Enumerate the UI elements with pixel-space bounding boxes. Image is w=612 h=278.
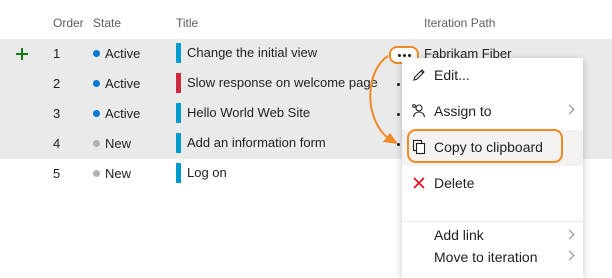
title-link[interactable]: Change the initial view [187,43,317,63]
menu-item-label: Copy to clipboard [434,139,543,155]
menu-item-label: Assign to [434,103,492,119]
menu-item-delete[interactable]: Delete [402,166,583,202]
state-dot [93,110,100,117]
state-dot [93,170,100,177]
work-item-type-bar [176,103,181,123]
order-cell: 5 [53,166,61,181]
person-icon [412,104,426,118]
delete-x-icon [413,177,425,189]
order-cell: 1 [53,46,61,61]
column-header-state[interactable]: State [93,16,121,30]
order-cell: 3 [53,106,61,121]
state-label: Active [105,76,141,91]
state-cell: Active [93,76,140,91]
state-dot [93,80,100,87]
menu-item-label: Edit... [434,67,470,83]
state-label: Active [105,106,141,121]
context-menu: Edit... Assign to Copy to clipboard Dele… [402,58,583,278]
state-cell: New [93,166,131,181]
column-header-iteration-path[interactable]: Iteration Path [424,16,495,30]
work-item-type-bar [176,133,181,153]
order-cell: 4 [53,136,61,151]
state-label: Active [105,46,141,61]
column-header-order[interactable]: Order [53,16,84,30]
work-item-type-bar [176,43,181,63]
title-link[interactable]: Log on [187,163,227,183]
ellipsis-dot [397,53,401,57]
title-cell[interactable]: Add an information form [176,133,326,153]
title-cell[interactable]: Change the initial view [176,43,317,63]
title-cell[interactable]: Hello World Web Site [176,103,310,123]
pencil-icon [413,69,425,81]
title-cell[interactable]: Log on [176,163,227,183]
state-dot [93,50,100,57]
state-cell: New [93,136,131,151]
menu-item-copy-to-clipboard[interactable]: Copy to clipboard [402,130,583,166]
state-label: New [105,166,132,181]
add-item-icon[interactable] [14,46,30,62]
menu-item-label: Move to iteration [434,249,538,265]
menu-item-assign-to[interactable]: Assign to [402,94,583,130]
row-more-dot [397,143,400,146]
menu-item-add-link[interactable]: Add link [402,202,583,243]
menu-item-edit[interactable]: Edit... [402,58,583,94]
state-cell: Active [93,106,140,121]
state-cell: Active [93,46,140,61]
title-cell[interactable]: Slow response on welcome page [176,73,378,93]
title-link[interactable]: Add an information form [187,133,326,153]
row-more-dot [397,113,400,116]
chevron-right-icon [564,104,575,115]
state-dot [93,140,100,147]
row-more-dot [397,83,400,86]
column-header-title[interactable]: Title [176,16,198,30]
title-link[interactable]: Hello World Web Site [187,103,310,123]
order-cell: 2 [53,76,61,91]
state-label: New [105,136,132,151]
grid-header: Order State Title Iteration Path [0,10,612,36]
chevron-right-icon [564,250,575,261]
menu-item-move-to-iteration[interactable]: Move to iteration [402,238,583,274]
copy-icon [412,139,426,155]
menu-item-label: Delete [434,175,475,191]
work-item-type-bar [176,163,181,183]
work-item-type-bar [176,73,181,93]
ellipsis-dot [407,53,411,57]
ellipsis-dot [402,53,406,57]
title-link[interactable]: Slow response on welcome page [187,73,378,93]
